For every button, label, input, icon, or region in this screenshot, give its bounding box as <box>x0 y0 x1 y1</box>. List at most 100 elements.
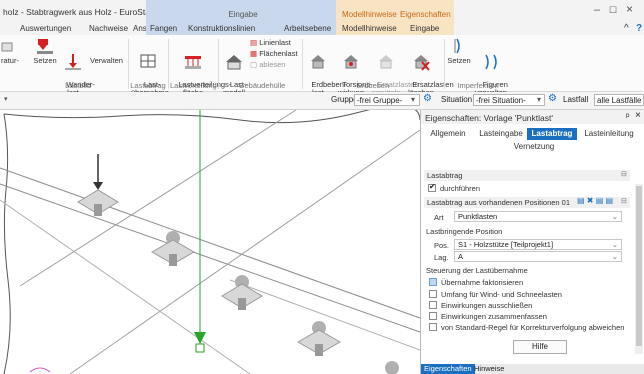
point-load-symbol-1[interactable] <box>77 154 119 216</box>
ersatzlasten-ermitteln-icon <box>379 55 393 69</box>
ptab-lasteingabe[interactable]: Lasteingabe <box>477 128 525 140</box>
art-select[interactable]: Punktlasten ⌄ <box>454 211 622 222</box>
load-set-icon <box>37 39 53 54</box>
ratur-button[interactable]: ratur- <box>0 37 20 65</box>
bottom-tab-eigenschaften[interactable]: Eigenschaften <box>421 364 475 374</box>
imperfektion-icon <box>454 38 460 54</box>
model-canvas <box>0 110 420 374</box>
context-tab-group-modell: Modellhinweise Eigenschaften <box>336 0 454 22</box>
tab-konstruktionslinien[interactable]: Konstruktionslinien <box>188 22 255 35</box>
lastfall-label: Lastfall <box>563 95 589 104</box>
situation-select[interactable]: -frei Situation- <box>473 94 545 106</box>
hilfe-button[interactable]: Hilfe <box>513 340 567 354</box>
option-checkbox-1[interactable] <box>429 290 437 298</box>
art-label: Art <box>434 213 444 222</box>
tab-auswertungen[interactable]: Auswertungen <box>20 22 71 35</box>
section-lastabtrag: Lastabtrag <box>424 170 630 181</box>
lastverteilung-icon <box>185 56 201 69</box>
verwalten-button[interactable]: Verwalten <box>90 57 123 65</box>
option-checkbox-4[interactable] <box>429 323 437 331</box>
option-label-2: Einwirkungen ausschließen <box>441 301 533 310</box>
model-viewport[interactable] <box>0 110 420 374</box>
minimize-button[interactable]: – <box>594 4 600 16</box>
linienlast-label: Linienlast <box>259 38 291 47</box>
steuerung-label: Steuerung der Lastübernahme <box>426 266 528 275</box>
art-value: Punktlasten <box>458 212 498 221</box>
situation-chevron-icon[interactable]: ▾ <box>537 95 541 104</box>
maximize-button[interactable]: ☐ <box>609 5 617 16</box>
gruppe-chevron-icon[interactable]: ▾ <box>411 95 415 104</box>
ptab-lasteinleitung[interactable]: Lasteinleitung <box>579 128 639 140</box>
imperfektion-setzen-button[interactable]: Setzen <box>447 37 471 65</box>
lag-select[interactable]: A ⌄ <box>454 251 622 262</box>
tab-fangen[interactable]: Fangen <box>150 22 177 35</box>
section-collapse-icon[interactable]: ⊟ <box>621 197 627 205</box>
ribbon: ratur- Setzen Wander- last Verwalten Las… <box>0 35 644 97</box>
group-label-imperfektion: Imperfektion <box>457 81 499 90</box>
option-checkbox-0[interactable] <box>429 278 437 286</box>
house-icon <box>226 55 242 70</box>
durchfuehren-checkbox[interactable] <box>428 182 436 192</box>
wanderlast-icon <box>65 54 81 70</box>
pos-select[interactable]: S1 - Holzstütze [Teilprojekt1] ⌄ <box>454 239 622 250</box>
pos-value: S1 - Holzstütze [Teilprojekt1] <box>458 240 554 249</box>
art-chevron-icon: ⌄ <box>611 212 618 221</box>
view-dropdown-icon[interactable]: ▾ <box>4 95 28 105</box>
point-load-symbol-2[interactable] <box>150 231 196 266</box>
gruppe-value: -frei Gruppe- <box>357 96 403 105</box>
situation-gear-icon[interactable]: ⚙ <box>548 93 557 104</box>
bottom-tab-hinweise[interactable]: Hinweise <box>471 364 507 374</box>
option-checkbox-2[interactable] <box>429 301 437 309</box>
close-button[interactable]: × <box>626 2 633 16</box>
tab-eingabe[interactable]: Eingabe <box>410 22 439 35</box>
lastuebernahme-icon <box>140 54 156 68</box>
context-tab-eingabe: Eingabe <box>146 0 340 22</box>
group-separator <box>218 39 219 89</box>
setzen-button[interactable]: Setzen <box>32 37 58 65</box>
title-bar: holz - Stabtragwerk aus Holz - EuroSta.h… <box>0 0 644 22</box>
tab-arbeitsebene[interactable]: Arbeitsebene <box>284 22 331 35</box>
filter-gear-icon[interactable]: ⚙ <box>423 93 432 104</box>
figuren-icon <box>485 54 497 70</box>
collapse-ribbon-icon[interactable]: ^ <box>624 22 629 35</box>
ablesen-button[interactable]: ▢ ablesen <box>250 61 285 69</box>
linienlast-button[interactable]: ▤ Linienlast <box>250 39 291 47</box>
panel-bottom-tabs: Eigenschaften Hinweise <box>421 364 644 374</box>
flaechenlast-button[interactable]: ▦ Flächenlast <box>250 50 298 58</box>
properties-close-icon[interactable]: × <box>635 110 641 121</box>
situation-label: Situation <box>441 95 473 104</box>
pin-icon[interactable]: ᵖ <box>626 111 629 121</box>
group-label-gebaeudehuelle: Gebäudehülle <box>238 81 286 90</box>
point-load-symbol-5[interactable] <box>385 361 399 374</box>
point-load-symbol-3[interactable] <box>221 275 263 310</box>
filter-bar: ▾ Gruppe -frei Gruppe- ▾ ⚙ Situation -fr… <box>0 92 644 110</box>
properties-panel: Eigenschaften: Vorlage 'Punktlast' ᵖ × A… <box>420 110 644 374</box>
lastfall-value: alle Lastfälle <box>597 96 642 105</box>
pos-label: Pos. <box>434 241 450 250</box>
durchfuehren-label: durchführen <box>440 184 481 193</box>
ptab-lastabtrag[interactable]: Lastabtrag <box>527 128 577 140</box>
point-load-symbol-4[interactable] <box>296 321 342 356</box>
lastfall-select[interactable]: alle Lastfälle <box>594 94 644 106</box>
option-label-1: Umfang für Wind- und Schneelasten <box>441 290 562 299</box>
ersatzlasten-loeschen-icon <box>414 55 430 71</box>
tab-nachweise[interactable]: Nachweise <box>89 22 128 35</box>
option-checkbox-3[interactable] <box>429 312 437 320</box>
lag-label: Lag. <box>434 253 449 262</box>
ratur-label: ratur- <box>1 56 19 65</box>
section-collapse-icon[interactable]: ⊟ <box>621 170 627 178</box>
linienlast-icon: ▤ <box>250 38 258 47</box>
ablesen-icon: ▢ <box>250 60 258 69</box>
properties-scrollbar-thumb[interactable] <box>636 186 642 346</box>
group-separator <box>444 39 445 89</box>
ptab-vernetzung[interactable]: Vernetzung <box>507 141 561 153</box>
tab-modellhinweise[interactable]: Modellhinweise <box>342 22 397 35</box>
help-icon[interactable]: ? <box>636 22 642 35</box>
flaechenlast-icon: ▦ <box>250 49 258 58</box>
lastbringende-position-label: Lastbringende Position <box>426 227 503 236</box>
torsion-icon <box>344 55 358 69</box>
imperfektion-setzen-label: Setzen <box>447 56 471 65</box>
setzen-label: Setzen <box>33 56 57 65</box>
position-toolbar-icons[interactable]: ▤ ✖ ▤ ▤ <box>577 196 613 205</box>
ptab-allgemein[interactable]: Allgemein <box>423 128 473 140</box>
